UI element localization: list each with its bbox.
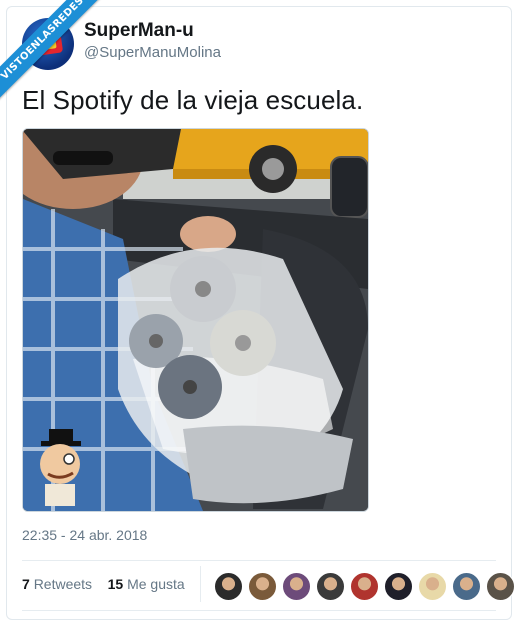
liker-avatar[interactable] [452,572,481,601]
liker-avatar[interactable] [486,572,515,601]
tweet-stats: 7 Retweets 15 Me gusta [22,576,185,592]
retweets-stat[interactable]: 7 Retweets [22,576,92,592]
liker-avatar[interactable] [282,572,311,601]
retweets-count: 7 [22,576,30,592]
watermark-ribbon: VISTOENLASREDES [0,0,111,107]
liker-avatar[interactable] [316,572,345,601]
liker-avatar[interactable] [248,572,277,601]
liker-avatar[interactable] [384,572,413,601]
liker-avatar[interactable] [214,572,243,601]
tweet-photo[interactable] [22,128,369,512]
tweet-timestamp[interactable]: 22:35 - 24 abr. 2018 [22,527,147,543]
likes-stat[interactable]: 15 Me gusta [108,576,185,592]
liker-avatar[interactable] [418,572,447,601]
retweets-label: Retweets [33,576,93,592]
stats-divider [200,566,201,602]
liker-avatar[interactable] [350,572,379,601]
divider-bottom [22,610,496,611]
watermark: VISTOENLASREDES [0,0,120,120]
divider-top [22,560,496,561]
likers-avatars [214,572,515,601]
likes-label: Me gusta [127,576,185,592]
likes-count: 15 [107,576,124,592]
